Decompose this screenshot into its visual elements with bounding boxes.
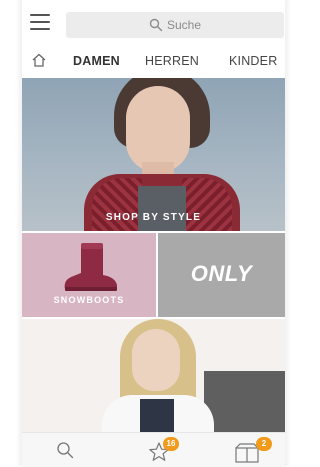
bottom-tab-bar: 16 2: [22, 432, 285, 467]
favorites-count-badge: 16: [163, 437, 179, 451]
right-edge-shadow: [285, 0, 291, 466]
hamburger-menu-icon[interactable]: [30, 14, 50, 30]
tile-only-brand[interactable]: ONLY: [158, 233, 285, 317]
cart-count-badge: 2: [256, 437, 272, 451]
promo-model-face: [132, 329, 180, 391]
tab-damen[interactable]: DAMEN: [73, 54, 120, 68]
only-logo: ONLY: [190, 261, 253, 286]
tile-snowboots[interactable]: SNOWBOOTS: [22, 233, 156, 317]
app-frame: Suche DAMEN HERREN KINDER SHOP BY STYLE …: [0, 0, 291, 467]
search-tab-icon[interactable]: [56, 441, 74, 459]
hero-caption: SHOP BY STYLE: [105, 212, 202, 223]
promo-dark-panel: [204, 371, 285, 432]
hero-banner-shop-by-style[interactable]: SHOP BY STYLE: [22, 78, 285, 231]
search-icon: [149, 18, 163, 32]
hero-model-shirt: [138, 186, 186, 231]
category-tabs: DAMEN HERREN KINDER: [22, 46, 285, 76]
search-placeholder: Suche: [167, 18, 202, 32]
tab-kinder[interactable]: KINDER: [229, 54, 277, 68]
snowboots-label: SNOWBOOTS: [53, 295, 125, 305]
snowboot-image: [64, 243, 117, 291]
promo-model-shirt: [140, 399, 174, 432]
home-icon[interactable]: [31, 52, 47, 68]
search-field[interactable]: Suche: [66, 12, 284, 38]
hero-model-face: [126, 86, 190, 172]
promo-banner-blonde-model[interactable]: [22, 319, 285, 432]
tab-herren[interactable]: HERREN: [145, 54, 199, 68]
top-bar: Suche: [22, 0, 285, 46]
